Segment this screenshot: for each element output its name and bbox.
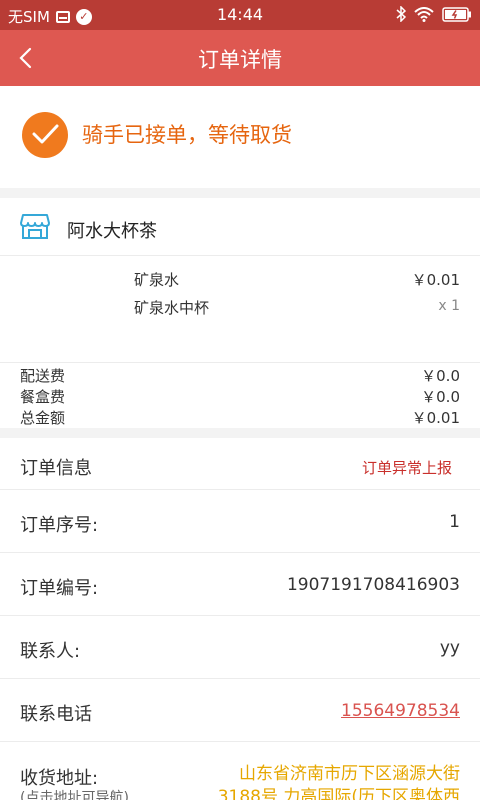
address-link[interactable]: 山东省济南市历下区涵源大街 3188号 力高国际(历下区奥体西 [218,763,460,800]
delivery-fee-label: 配送费 [20,367,66,385]
address-hint: (点击地址可导航) [20,790,129,800]
total-label: 总金额 [20,409,66,427]
address-line: 3188号 力高国际(历下区奥体西 [217,787,460,800]
battery-icon [442,6,471,22]
item-name: 矿泉水中杯 [134,299,210,317]
contact-label: 联系人: [20,641,81,662]
item-price: ￥0.01 [411,271,460,289]
system-status-bar: 无SIM ✓ 14:44 [0,0,480,30]
check-circle-icon [22,112,68,158]
nav-bar: 订单详情 [0,30,480,86]
box-fee-value: ￥0.0 [421,388,460,406]
phone-label: 联系电话 [20,704,92,725]
order-seq-row: 订单序号: 1 [0,490,480,553]
contact-row: 联系人: yy [0,616,480,679]
order-status-text: 骑手已接单，等待取货 [82,123,292,147]
delivery-fee-value: ￥0.0 [421,367,460,385]
wifi-icon [414,6,434,22]
phone-link[interactable]: 15564978534 [341,701,460,721]
order-status-card: 骑手已接单，等待取货 [0,86,480,188]
order-info-title: 订单信息 [20,458,92,479]
order-number-row: 订单编号: 1907191708416903 [0,553,480,616]
page-title: 订单详情 [198,48,282,72]
total-value: ￥0.01 [411,409,460,427]
shop-row: 阿水大杯茶 [0,198,480,256]
order-info-header: 订单信息 订单异常上报 [0,438,480,490]
item-quantity: x 1 [438,298,460,314]
section-divider [0,428,480,438]
box-fee-label: 餐盒费 [20,388,66,406]
divider [0,362,480,363]
section-divider [0,188,480,198]
status-right [396,6,472,22]
item-name: 矿泉水 [134,271,180,289]
contact-value: yy [439,638,460,658]
phone-row: 联系电话 15564978534 [0,679,480,742]
bluetooth-icon [396,6,406,22]
order-number-label: 订单编号: [20,578,99,599]
order-seq-label: 订单序号: [20,515,99,536]
shop-name: 阿水大杯茶 [67,221,157,242]
report-exception-button[interactable]: 订单异常上报 [362,457,452,478]
order-number-value: 1907191708416903 [286,575,460,595]
address-line: 山东省济南市历下区涵源大街 [239,764,460,784]
order-seq-value: 1 [449,512,460,532]
shop-icon [20,214,50,239]
